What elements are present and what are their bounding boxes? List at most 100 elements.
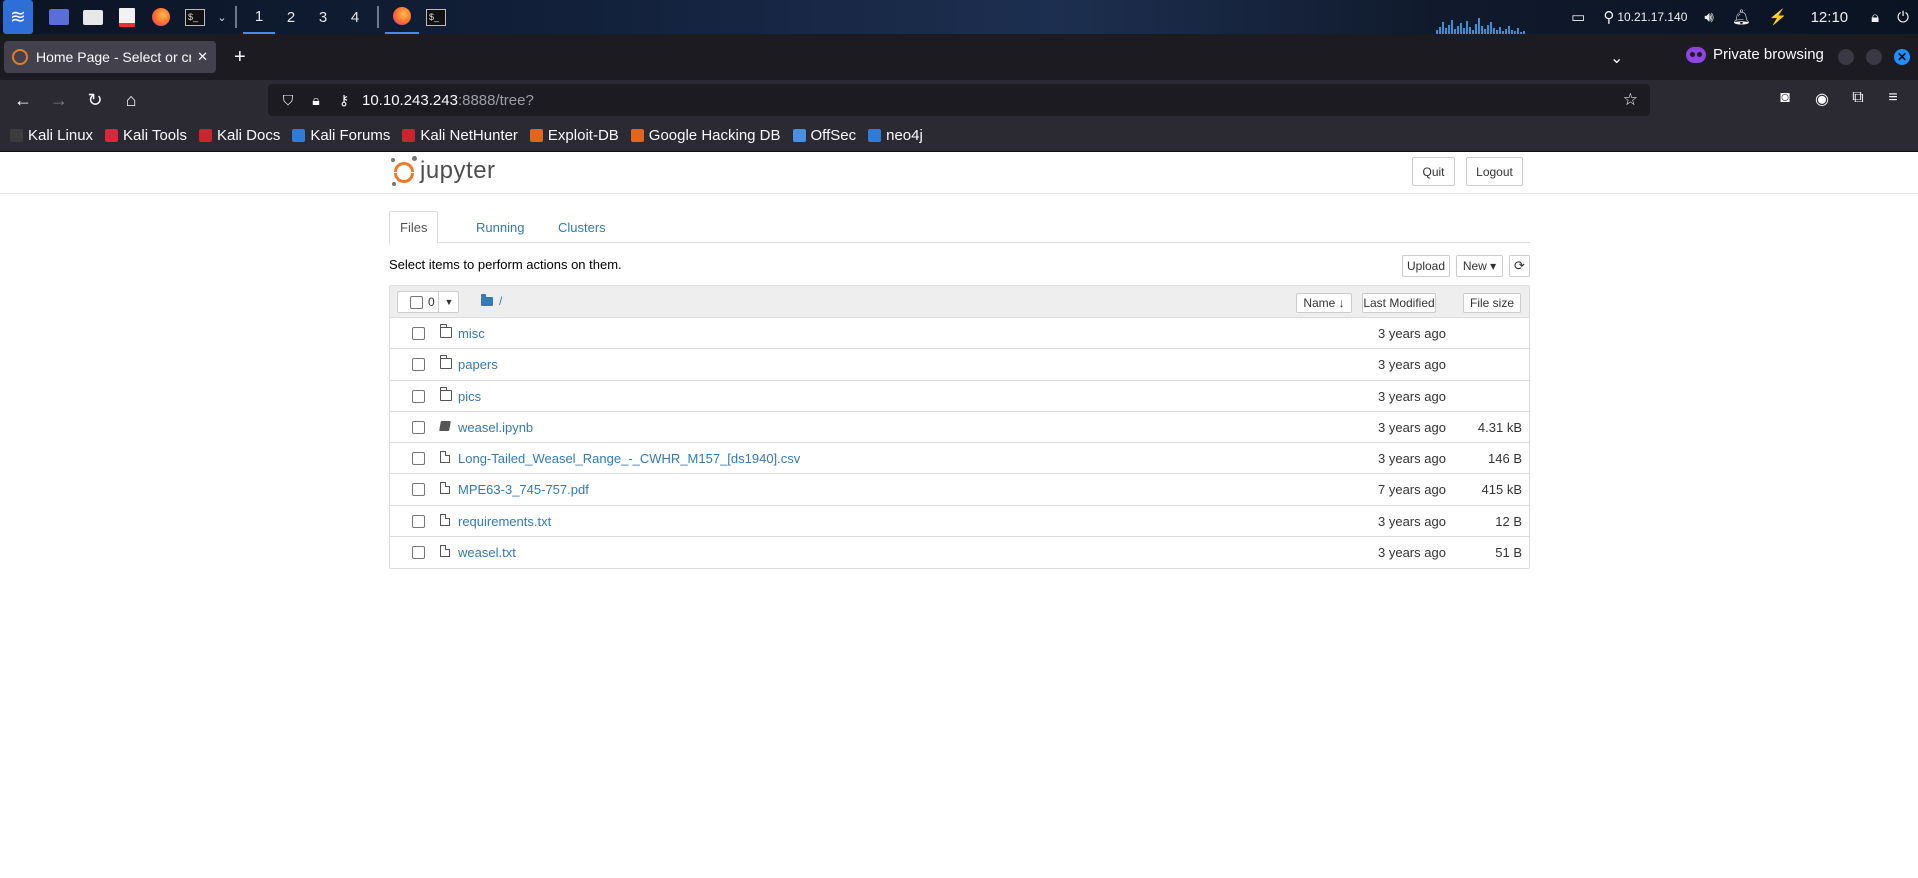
reload-icon[interactable]: ↻ (83, 88, 107, 112)
maximize-window-button[interactable] (1866, 49, 1882, 65)
jupyter-favicon-icon (12, 49, 28, 65)
tab-title: Home Page - Select or create a notebook (36, 49, 192, 65)
breadcrumb[interactable]: / (481, 293, 502, 308)
row-checkbox[interactable] (412, 327, 425, 340)
desktop-icon[interactable] (45, 0, 73, 34)
new-dropdown-button[interactable]: New ▾ (1456, 255, 1503, 277)
display-icon[interactable]: ▭ (1562, 8, 1594, 26)
bookmark-exploit-db[interactable]: Exploit-DB (529, 127, 619, 144)
selection-hint: Select items to perform actions on them. (389, 257, 622, 272)
extensions-icon[interactable]: ⧉ (1847, 89, 1869, 107)
bookmark-kali-forums[interactable]: Kali Forums (292, 127, 390, 144)
file-manager-icon[interactable] (79, 0, 107, 34)
sort-by-size-button[interactable]: File size (1463, 293, 1521, 313)
bookmark-neo4j[interactable]: neo4j (868, 127, 923, 144)
workspace-2[interactable]: 2 (275, 0, 307, 34)
select-all-control[interactable]: 0 ▼ (397, 291, 459, 313)
clock[interactable]: 12:10 (1797, 9, 1863, 26)
firefox-task-icon[interactable] (385, 0, 419, 34)
notification-bell-icon[interactable]: 🔔︎ (1723, 8, 1760, 26)
power-icon[interactable]: ⏻ (1888, 9, 1918, 26)
terminal-launcher-icon[interactable]: $_ (181, 0, 209, 34)
pocket-icon[interactable]: ◙ (1774, 89, 1796, 107)
hamburger-menu-icon[interactable]: ≡ (1882, 89, 1904, 107)
list-all-tabs-chevron-icon[interactable]: ⌄ (1610, 48, 1623, 68)
tracking-shield-icon[interactable]: ⛉ (280, 92, 296, 109)
firefox-launcher-icon[interactable] (147, 0, 175, 34)
workspace-4[interactable]: 4 (339, 0, 371, 34)
jupyter-logo-icon (391, 156, 417, 186)
file-row[interactable]: requirements.txt 3 years ago 12 B (390, 506, 1529, 538)
upload-button[interactable]: Upload (1402, 255, 1450, 277)
jupyter-logo[interactable]: jupyter (391, 156, 496, 186)
file-row[interactable]: Long-Tailed_Weasel_Range_-_CWHR_M157_[ds… (390, 443, 1529, 475)
terminal-task-icon[interactable]: $_ (419, 0, 453, 34)
refresh-icon[interactable]: ⟳ (1509, 255, 1530, 277)
kali-menu-icon[interactable]: ≋ (3, 0, 33, 34)
private-browsing-indicator: Private browsing (1686, 46, 1824, 63)
row-checkbox[interactable] (412, 452, 425, 466)
minimize-window-button[interactable] (1838, 49, 1854, 65)
close-tab-icon[interactable]: ✕ (197, 49, 208, 65)
battery-icon[interactable]: ⚡ (1760, 8, 1797, 26)
file-name-link[interactable]: weasel.txt (458, 545, 516, 560)
file-name-link[interactable]: weasel.ipynb (458, 420, 533, 435)
url-bar[interactable]: ⛉ 🔒︎ ⚷ 10.10.243.243:8888/tree? ☆ (268, 84, 1650, 116)
bookmark-kali-tools[interactable]: Kali Tools (105, 127, 187, 144)
bookmark-google-hacking-db[interactable]: Google Hacking DB (630, 127, 781, 144)
home-icon[interactable]: ⌂ (119, 88, 143, 112)
bookmark-offsec[interactable]: OffSec (792, 127, 856, 144)
row-checkbox[interactable] (412, 420, 425, 434)
file-name-link[interactable]: pics (458, 389, 481, 404)
back-arrow-icon[interactable]: ← (11, 88, 35, 112)
row-checkbox[interactable] (412, 389, 425, 403)
text-editor-icon[interactable] (113, 0, 141, 34)
forward-arrow-icon[interactable]: → (47, 88, 71, 112)
file-name-link[interactable]: requirements.txt (458, 514, 551, 529)
row-checkbox[interactable] (412, 514, 425, 528)
vpn-icon[interactable]: ⚲ (1594, 8, 1617, 26)
row-checkbox[interactable] (412, 358, 425, 372)
workspace-1[interactable]: 1 (243, 0, 275, 34)
bookmark-kali-nethunter[interactable]: Kali NetHunter (402, 127, 518, 144)
row-checkbox[interactable] (412, 546, 425, 560)
tab-running[interactable]: Running (466, 211, 534, 243)
breadcrumb-root[interactable]: / (499, 294, 502, 308)
close-window-button[interactable]: ✕ (1894, 49, 1910, 65)
quit-button[interactable]: Quit (1412, 157, 1455, 186)
jupyter-wordmark: jupyter (420, 157, 496, 184)
permissions-key-icon[interactable]: ⚷ (336, 92, 352, 109)
launcher-dropdown-icon[interactable]: ⌄ (215, 0, 229, 34)
bookmark-kali-linux[interactable]: Kali Linux (10, 127, 93, 144)
bookmark-kali-docs[interactable]: Kali Docs (198, 127, 280, 144)
file-row[interactable]: weasel.txt 3 years ago 51 B (390, 537, 1529, 568)
lock-icon[interactable]: 🔒︎ (1862, 9, 1888, 26)
site-lock-icon[interactable]: 🔒︎ (308, 92, 324, 109)
file-name-link[interactable]: misc (458, 326, 485, 341)
sort-by-name-button[interactable]: Name ↓ (1296, 293, 1352, 313)
tab-strip: Home Page - Select or create a notebook … (0, 34, 1918, 80)
sort-by-modified-button[interactable]: Last Modified (1362, 293, 1436, 313)
select-all-checkbox[interactable] (410, 295, 423, 309)
select-dropdown-caret-icon[interactable]: ▼ (438, 291, 459, 313)
file-name-link[interactable]: MPE63-3_745-757.pdf (458, 482, 589, 497)
volume-icon[interactable]: 🔊︎ (1695, 9, 1722, 26)
file-row[interactable]: pics 3 years ago (390, 381, 1529, 412)
new-tab-button[interactable]: + (234, 47, 246, 67)
tab-files[interactable]: Files (389, 211, 439, 244)
file-row[interactable]: misc 3 years ago (390, 318, 1529, 350)
file-row[interactable]: weasel.ipynb 3 years ago 4.31 kB (390, 412, 1529, 444)
bookmark-favicon-icon (198, 129, 212, 142)
logout-button[interactable]: Logout (1466, 157, 1523, 186)
file-name-link[interactable]: Long-Tailed_Weasel_Range_-_CWHR_M157_[ds… (458, 451, 800, 466)
file-row[interactable]: papers 3 years ago (390, 349, 1529, 381)
file-row[interactable]: MPE63-3_745-757.pdf 7 years ago 415 kB (390, 474, 1529, 506)
row-checkbox[interactable] (412, 483, 425, 497)
bookmark-label: Kali Linux (28, 127, 94, 144)
tab-clusters[interactable]: Clusters (548, 211, 616, 243)
account-icon[interactable]: ◉ (1811, 89, 1833, 109)
browser-tab-jupyter[interactable]: Home Page - Select or create a notebook … (4, 41, 216, 73)
file-name-link[interactable]: papers (458, 357, 498, 372)
bookmark-star-icon[interactable]: ☆ (1623, 90, 1638, 110)
workspace-3[interactable]: 3 (307, 0, 339, 34)
